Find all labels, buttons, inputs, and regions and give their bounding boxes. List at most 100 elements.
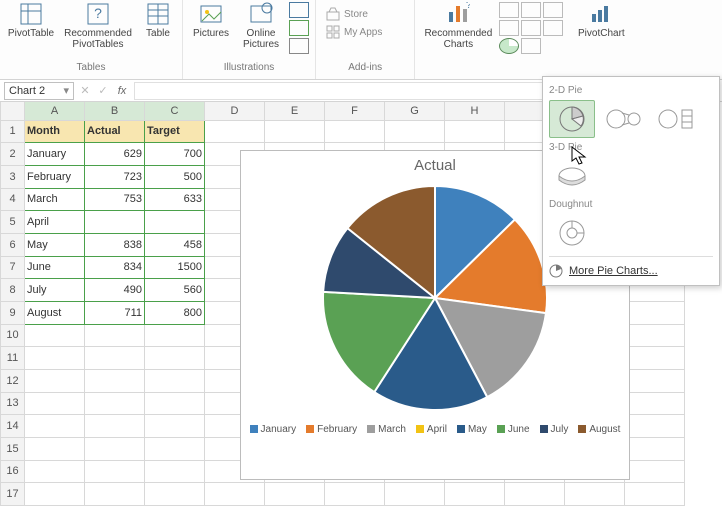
cell-target[interactable]: 700 [145,143,205,166]
col-header-f[interactable]: F [325,102,385,120]
pie-3d-option[interactable] [549,157,595,195]
cell-actual[interactable]: 629 [85,143,145,166]
pie-of-pie-icon [604,104,644,134]
online-pictures-label: Online Pictures [237,28,285,50]
cell-actual[interactable]: 711 [85,301,145,324]
insert-column-chart-button[interactable] [499,2,519,18]
cancel-icon[interactable]: ✕ [78,84,92,97]
pivot-table-label: PivotTable [8,28,54,39]
cell-month[interactable]: January [25,143,85,166]
table-button[interactable]: Table [140,0,176,39]
header-cell-target[interactable]: Target [145,120,205,143]
recommended-pivot-label: Recommended PivotTables [60,28,136,50]
legend-item: August [578,424,620,435]
cell-target[interactable]: 633 [145,188,205,211]
header-cell-month[interactable]: Month [25,120,85,143]
row-header[interactable]: 2 [1,143,25,166]
cell-actual[interactable]: 490 [85,279,145,302]
row-header[interactable]: 9 [1,301,25,324]
row-header[interactable]: 17 [1,483,25,506]
row-header[interactable]: 4 [1,188,25,211]
cell-month[interactable]: March [25,188,85,211]
name-box[interactable]: Chart 2 ▾ [4,82,74,100]
insert-line-chart-button[interactable] [521,2,541,18]
row-header[interactable]: 3 [1,165,25,188]
charts-group-label [524,62,527,73]
recommended-charts-button[interactable]: ? Recommended Charts [421,0,495,50]
pie-of-pie-option[interactable] [601,100,647,138]
cell-target[interactable] [145,211,205,234]
cell-target[interactable]: 800 [145,301,205,324]
col-header-d[interactable]: D [205,102,265,120]
enter-icon[interactable]: ✓ [96,84,110,97]
row-header[interactable]: 10 [1,324,25,347]
col-header-c[interactable]: C [145,102,205,120]
select-all-button[interactable] [1,102,25,120]
cell-actual[interactable] [85,211,145,234]
cell-target[interactable]: 1500 [145,256,205,279]
cell-month[interactable]: August [25,301,85,324]
col-header-b[interactable]: B [85,102,145,120]
screenshot-button[interactable] [289,38,309,54]
row-header[interactable]: 5 [1,211,25,234]
row-header[interactable]: 13 [1,392,25,415]
pie-2d-icon [555,104,589,134]
tables-group-label: Tables [77,62,106,73]
cell-month[interactable]: April [25,211,85,234]
col-header-h[interactable]: H [445,102,505,120]
more-pie-charts-button[interactable]: More Pie Charts... [549,261,713,281]
dd-header-doughnut: Doughnut [549,199,713,210]
pivot-chart-button[interactable]: PivotChart [573,0,629,39]
row-header[interactable]: 8 [1,279,25,302]
insert-pie-chart-button[interactable] [499,38,519,54]
row-header[interactable]: 11 [1,347,25,370]
cell-actual[interactable]: 723 [85,165,145,188]
ribbon: PivotTable ? Recommended PivotTables Tab… [0,0,722,80]
svg-text:?: ? [466,2,470,11]
insert-bar-chart-button[interactable] [499,20,519,36]
row-header[interactable]: 14 [1,415,25,438]
insert-area-chart-button[interactable] [543,2,563,18]
pictures-button[interactable]: Pictures [189,0,233,39]
fx-icon[interactable]: fx [114,85,130,97]
row-header[interactable]: 7 [1,256,25,279]
cell-month[interactable]: July [25,279,85,302]
cell-actual[interactable]: 834 [85,256,145,279]
cell-actual[interactable]: 753 [85,188,145,211]
col-header-g[interactable]: G [385,102,445,120]
cell-month[interactable]: May [25,233,85,256]
cell-target[interactable]: 500 [145,165,205,188]
insert-scatter-chart-button[interactable] [521,20,541,36]
doughnut-option[interactable] [549,214,595,252]
store-button[interactable]: Store [322,6,386,22]
legend-item: May [457,424,487,435]
cell-target[interactable]: 560 [145,279,205,302]
my-apps-button[interactable]: My Apps [322,24,386,40]
row-header[interactable]: 1 [1,120,25,143]
col-header-a[interactable]: A [25,102,85,120]
col-header-e[interactable]: E [265,102,325,120]
cell-month[interactable]: June [25,256,85,279]
row-header[interactable]: 6 [1,233,25,256]
cell-month[interactable]: February [25,165,85,188]
recommended-pivot-button[interactable]: ? Recommended PivotTables [60,0,136,50]
group-tables: PivotTable ? Recommended PivotTables Tab… [0,0,183,79]
insert-combo-chart-button[interactable] [521,38,541,54]
row-header[interactable]: 16 [1,460,25,483]
header-cell-actual[interactable]: Actual [85,120,145,143]
bar-of-pie-option[interactable] [653,100,699,138]
insert-stock-chart-button[interactable] [543,20,563,36]
smartart-button[interactable] [289,20,309,36]
pie-3d-icon [555,162,589,190]
my-apps-label: My Apps [344,27,382,38]
shapes-button[interactable] [289,2,309,18]
group-addins: Store My Apps Add-ins [316,0,415,79]
row-header[interactable]: 15 [1,437,25,460]
cell-target[interactable]: 458 [145,233,205,256]
pivot-table-button[interactable]: PivotTable [6,0,56,39]
table-row[interactable]: 17 [1,483,685,506]
online-pictures-button[interactable]: Online Pictures [237,0,285,50]
pie-2d-option[interactable] [549,100,595,138]
cell-actual[interactable]: 838 [85,233,145,256]
row-header[interactable]: 12 [1,369,25,392]
